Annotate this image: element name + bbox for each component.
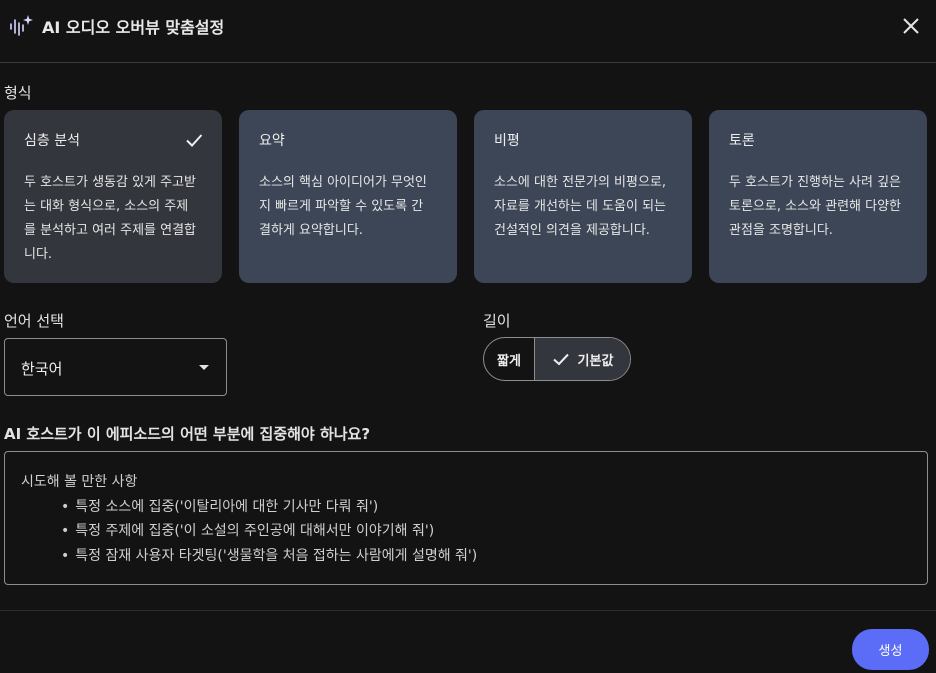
format-label: 형식 <box>4 84 32 102</box>
focus-label: AI 호스트가 이 에피소드의 어떤 부분에 집중해야 하나요? <box>4 425 371 443</box>
card-title: 요약 <box>259 133 285 149</box>
close-icon[interactable] <box>898 13 924 39</box>
language-label: 언어 선택 <box>4 312 64 330</box>
placeholder-title: 시도해 볼 만한 사항 <box>21 474 138 490</box>
format-card-deep-dive[interactable]: 심층 분석 두 호스트가 생동감 있게 주고받 는 대화 형식으로, 소스의 주… <box>4 110 222 283</box>
card-description: 소스의 핵심 아이디어가 무엇인 지 빠르게 파악할 수 있도록 간 결하게 요… <box>259 175 427 238</box>
dialog-title: AI 오디오 오버뷰 맞춤설정 <box>42 18 225 37</box>
dialog-header: AI 오디오 오버뷰 맞춤설정 <box>0 0 936 63</box>
card-title: 심층 분석 <box>24 133 80 149</box>
length-label: 길이 <box>483 312 511 330</box>
language-select[interactable]: 한국어 <box>4 338 227 396</box>
card-description: 소스에 대한 전문가의 비평으로, 자료를 개선하는 데 도움이 되는 건설적인… <box>494 175 667 238</box>
placeholder-item: 특정 소스에 집중('이탈리아에 대한 기사만 다뤄 줘') <box>61 496 378 516</box>
placeholder-item: 특정 잠재 사용자 타겟팅('생물학을 처음 접하는 사람에게 설명해 줘') <box>61 545 477 565</box>
audio-sparkle-icon <box>10 15 33 36</box>
card-description: 두 호스트가 생동감 있게 주고받 는 대화 형식으로, 소스의 주제 를 분석… <box>24 175 197 262</box>
check-icon <box>186 134 203 147</box>
generate-button[interactable]: 생성 <box>852 629 929 670</box>
placeholder-item: 특정 주제에 집중('이 소설의 주인공에 대해서만 이야기해 줘') <box>61 520 434 540</box>
dropdown-arrow-icon <box>199 365 209 370</box>
language-value: 한국어 <box>21 360 63 378</box>
length-option-default[interactable]: 기본값 <box>535 338 630 380</box>
card-title: 토론 <box>729 133 755 149</box>
format-card-debate[interactable]: 토론 두 호스트가 진행하는 사려 깊은 토론으로, 소스와 관련해 다양한 관… <box>709 110 927 283</box>
format-card-critique[interactable]: 비평 소스에 대한 전문가의 비평으로, 자료를 개선하는 데 도움이 되는 건… <box>474 110 692 283</box>
format-card-summary[interactable]: 요약 소스의 핵심 아이디어가 무엇인 지 빠르게 파악할 수 있도록 간 결하… <box>239 110 457 283</box>
check-icon <box>552 353 569 366</box>
length-option-short[interactable]: 짧게 <box>484 338 535 380</box>
footer-divider <box>0 610 936 611</box>
card-description: 두 호스트가 진행하는 사려 깊은 토론으로, 소스와 관련해 다양한 관점을 … <box>729 175 902 238</box>
card-title: 비평 <box>494 133 520 149</box>
length-toggle: 짧게 기본값 <box>483 337 631 381</box>
focus-textarea[interactable]: 시도해 볼 만한 사항 특정 소스에 집중('이탈리아에 대한 기사만 다뤄 줘… <box>4 451 928 585</box>
